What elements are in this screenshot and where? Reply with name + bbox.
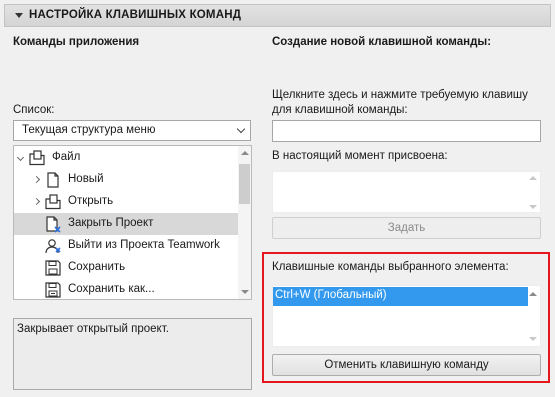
list-select[interactable]: Текущая структура меню <box>13 120 251 141</box>
tree-row-label: Выйти из Проекта Teamwork <box>68 239 220 251</box>
tree-row[interactable]: Закрыть Проект <box>14 213 239 235</box>
chevron-down-icon[interactable] <box>236 124 246 134</box>
instruction-line-1: Щелкните здесь и нажмите требуемую клави… <box>272 89 528 101</box>
list-select-value: Текущая структура меню <box>22 124 156 136</box>
description-text: Закрывает открытый проект. <box>17 323 169 335</box>
assign-button-label: Задать <box>387 222 426 234</box>
command-tree[interactable]: Файл Новый Открыть Закрыть Проект Выйти из П… <box>13 145 252 300</box>
tree-row-label: Открыть <box>68 195 114 207</box>
tree-row-label: Сохранить <box>68 261 126 273</box>
tree-row[interactable]: Сохранить <box>14 257 239 279</box>
tree-row-label: Файл <box>52 151 81 163</box>
tree-row[interactable]: Открыть <box>14 191 239 213</box>
tree-row-label: Закрыть Проект <box>68 217 154 229</box>
tree-row-label: Новый <box>68 173 104 185</box>
app-commands-heading: Команды приложения <box>13 36 140 48</box>
folder-file-icon <box>28 149 46 167</box>
save-as-icon <box>44 281 62 299</box>
scroll-down-icon[interactable] <box>529 205 537 209</box>
new-file-icon <box>44 171 62 189</box>
list-label: Список: <box>13 104 55 116</box>
tree-row[interactable]: Файл <box>14 147 239 169</box>
scroll-up-icon[interactable] <box>241 151 249 155</box>
save-icon <box>44 259 62 277</box>
tree-row[interactable]: Выйти из Проекта Teamwork <box>14 235 239 257</box>
teamwork-user-icon <box>44 237 62 255</box>
scroll-thumb[interactable] <box>239 164 250 204</box>
element-shortcuts-list[interactable]: Ctrl+W (Глобальный) <box>272 285 541 347</box>
scroll-up-icon[interactable] <box>529 292 537 296</box>
instruction-line-2: для клавишной команды: <box>272 104 408 116</box>
cancel-shortcut-button[interactable]: Отменить клавишную команду <box>272 354 541 376</box>
tree-row[interactable]: Сохранить как... <box>14 279 239 299</box>
key-capture-field[interactable] <box>272 120 541 142</box>
scroll-up-icon[interactable] <box>529 176 537 180</box>
tree-scrollbar[interactable] <box>238 146 251 299</box>
chevron-down-icon[interactable] <box>16 153 25 162</box>
scroll-down-icon[interactable] <box>241 290 249 294</box>
element-shortcuts-label: Клавишные команды выбранного элемента: <box>272 261 509 273</box>
open-file-icon <box>44 193 62 211</box>
section-header[interactable]: НАСТРОЙКА КЛАВИШНЫХ КОМАНД <box>4 4 551 27</box>
command-description: Закрывает открытый проект. <box>13 318 252 390</box>
assigned-label: В настоящий момент присвоена: <box>272 150 448 162</box>
scroll-down-icon[interactable] <box>529 337 537 341</box>
chevron-right-icon[interactable] <box>32 197 41 206</box>
close-project-icon <box>44 215 62 233</box>
new-shortcut-heading: Создание новой клавишной команды: <box>272 36 492 48</box>
cancel-shortcut-button-label: Отменить клавишную команду <box>324 359 489 371</box>
collapse-triangle-icon[interactable] <box>15 13 23 18</box>
chevron-right-icon[interactable] <box>32 175 41 184</box>
tree-row-label: Сохранить как... <box>68 283 155 295</box>
shortcut-item-label: Ctrl+W (Глобальный) <box>275 289 387 301</box>
section-title: НАСТРОЙКА КЛАВИШНЫХ КОМАНД <box>29 9 242 21</box>
assigned-to-list[interactable] <box>272 171 541 213</box>
shortcut-list-item[interactable]: Ctrl+W (Глобальный) <box>273 287 528 306</box>
tree-row[interactable]: Новый <box>14 169 239 191</box>
assign-button[interactable]: Задать <box>272 217 541 239</box>
